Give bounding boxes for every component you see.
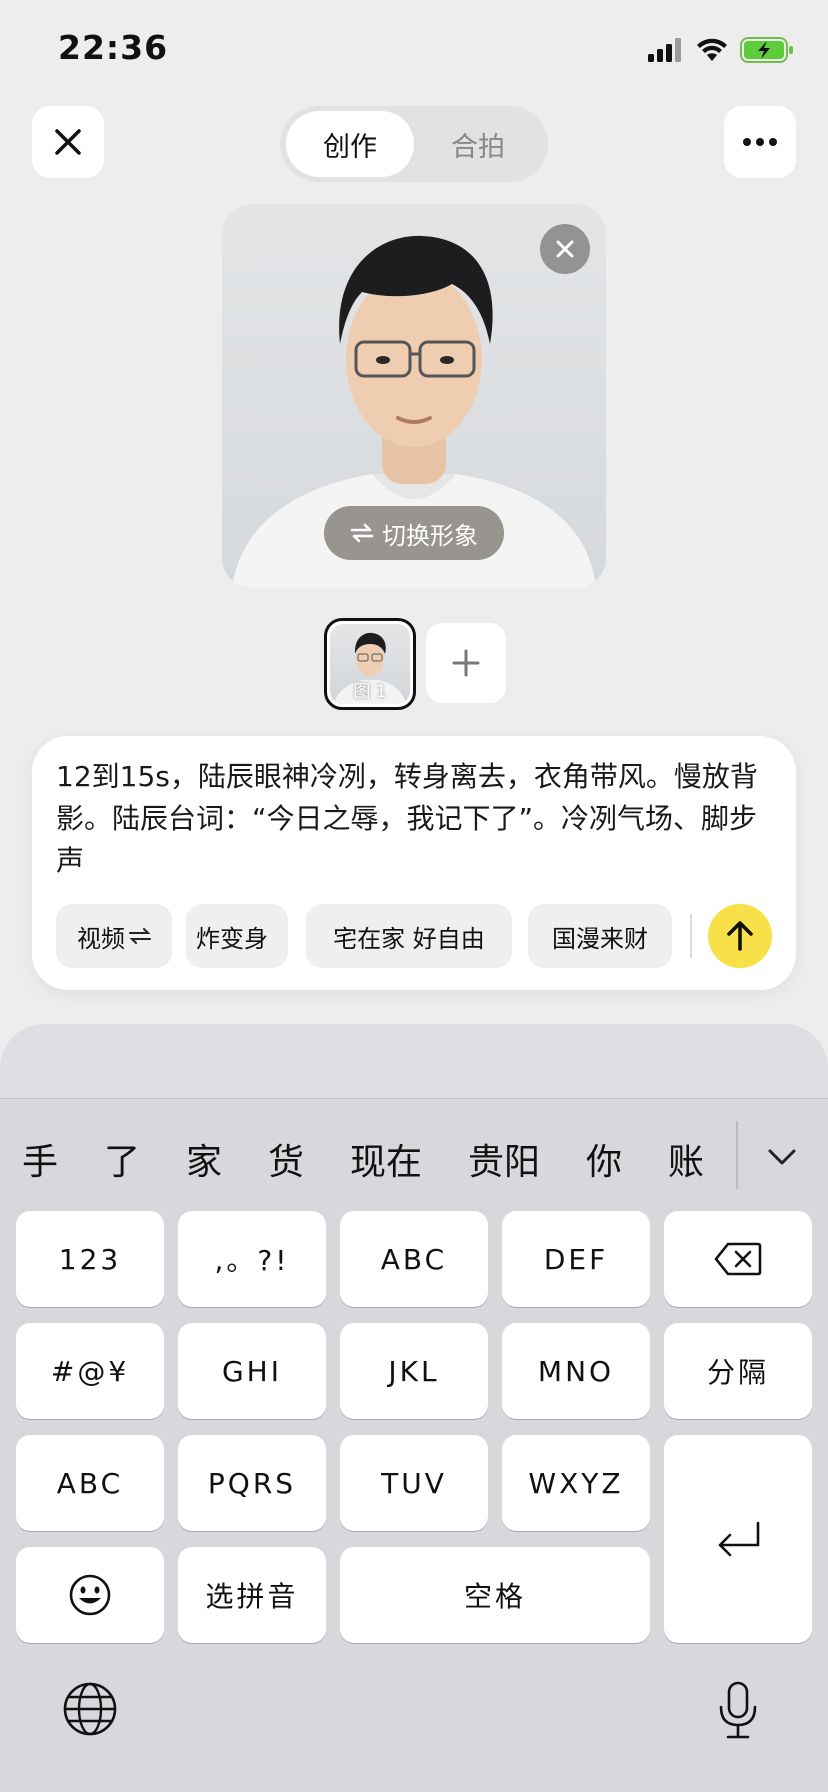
- key-select-pinyin[interactable]: 选拼音: [178, 1547, 326, 1643]
- suggestion-chips: 视频 炸变身 宅在家 好自由 国漫来财: [56, 904, 684, 968]
- key-tuv[interactable]: TUV: [340, 1435, 488, 1531]
- thumbnail-label: 图 1: [353, 682, 387, 702]
- key-jkl[interactable]: JKL: [340, 1323, 488, 1419]
- close-icon: [556, 240, 574, 258]
- tab-create[interactable]: 创作: [286, 111, 414, 177]
- key-mno[interactable]: MNO: [502, 1323, 650, 1419]
- status-time: 22:36: [58, 28, 169, 67]
- prompt-composer: 12到15s，陆辰眼神冷冽，转身离去，衣角带风。慢放背影。陆辰台词：“今日之辱，…: [32, 736, 796, 990]
- key-emoji[interactable]: [16, 1547, 164, 1643]
- return-icon: [718, 1521, 760, 1557]
- prompt-input[interactable]: 12到15s，陆辰眼神冷冽，转身离去，衣角带风。慢放背影。陆辰台词：“今日之辱，…: [56, 756, 776, 882]
- more-icon: [743, 138, 777, 146]
- thumbnail-image: 图 1: [330, 624, 410, 704]
- chevron-down-icon[interactable]: [762, 1137, 802, 1177]
- swap-icon: [129, 928, 151, 944]
- chip-home[interactable]: 宅在家 好自由: [306, 904, 512, 968]
- candidate[interactable]: 现在: [350, 1133, 422, 1185]
- add-image-button[interactable]: [426, 623, 506, 703]
- key-ghi[interactable]: GHI: [178, 1323, 326, 1419]
- wifi-icon: [697, 38, 727, 61]
- status-icons: [648, 36, 794, 64]
- chip-video[interactable]: 视频: [56, 904, 172, 968]
- key-wxyz[interactable]: WXYZ: [502, 1435, 650, 1531]
- signal-icon: [648, 38, 681, 62]
- avatar-photo[interactable]: 切换形象: [222, 204, 606, 588]
- send-arrow-icon: [727, 921, 753, 951]
- key-symbols[interactable]: #@¥: [16, 1323, 164, 1419]
- globe-icon[interactable]: [62, 1681, 118, 1737]
- divider: [690, 914, 692, 958]
- key-def[interactable]: DEF: [502, 1211, 650, 1307]
- microphone-icon[interactable]: [716, 1681, 760, 1741]
- candidate-divider: [736, 1121, 738, 1189]
- candidate[interactable]: 家: [186, 1133, 222, 1185]
- key-separator[interactable]: 分隔: [664, 1323, 812, 1419]
- avatar-thumbnail[interactable]: 图 1: [324, 618, 416, 710]
- mode-switcher: 创作 合拍: [280, 106, 548, 182]
- candidate-bar: 手 了 家 货 现在 贵阳 你 账: [0, 1099, 828, 1211]
- candidate[interactable]: 手: [22, 1133, 58, 1185]
- key-pqrs[interactable]: PQRS: [178, 1435, 326, 1531]
- remove-photo-button[interactable]: [540, 224, 590, 274]
- candidate[interactable]: 贵阳: [468, 1133, 540, 1185]
- switch-avatar-button[interactable]: 切换形象: [324, 506, 504, 560]
- chip-guoman[interactable]: 国漫来财: [528, 904, 672, 968]
- emoji-icon: [69, 1574, 111, 1616]
- key-delete[interactable]: [664, 1211, 812, 1307]
- candidate[interactable]: 你: [586, 1133, 622, 1185]
- close-button[interactable]: [32, 106, 104, 178]
- candidate[interactable]: 货: [268, 1133, 304, 1185]
- close-icon: [55, 129, 81, 155]
- key-punctuation[interactable]: ,。?!: [178, 1211, 326, 1307]
- plus-icon: [452, 649, 480, 677]
- more-button[interactable]: [724, 106, 796, 178]
- delete-icon: [714, 1242, 762, 1276]
- key-english-abc[interactable]: ABC: [16, 1435, 164, 1531]
- key-123[interactable]: 123: [16, 1211, 164, 1307]
- key-return[interactable]: [664, 1435, 812, 1643]
- candidate[interactable]: 账: [668, 1133, 704, 1185]
- candidate[interactable]: 了: [104, 1133, 140, 1185]
- swap-icon: [350, 523, 374, 543]
- tab-duet[interactable]: 合拍: [414, 111, 542, 177]
- chip-transform[interactable]: 炸变身: [186, 904, 288, 968]
- switch-avatar-label: 切换形象: [382, 521, 478, 550]
- key-space[interactable]: 空格: [340, 1547, 650, 1643]
- top-bar: 创作 合拍: [0, 106, 828, 182]
- keyboard: 手 了 家 货 现在 贵阳 你 账 123 ,。?! ABC DEF #@¥ G…: [0, 1098, 828, 1792]
- send-button[interactable]: [708, 904, 772, 968]
- status-bar: 22:36: [0, 0, 828, 100]
- key-abc[interactable]: ABC: [340, 1211, 488, 1307]
- battery-charging-icon: [740, 37, 793, 63]
- keyboard-top-area: [0, 1024, 828, 1100]
